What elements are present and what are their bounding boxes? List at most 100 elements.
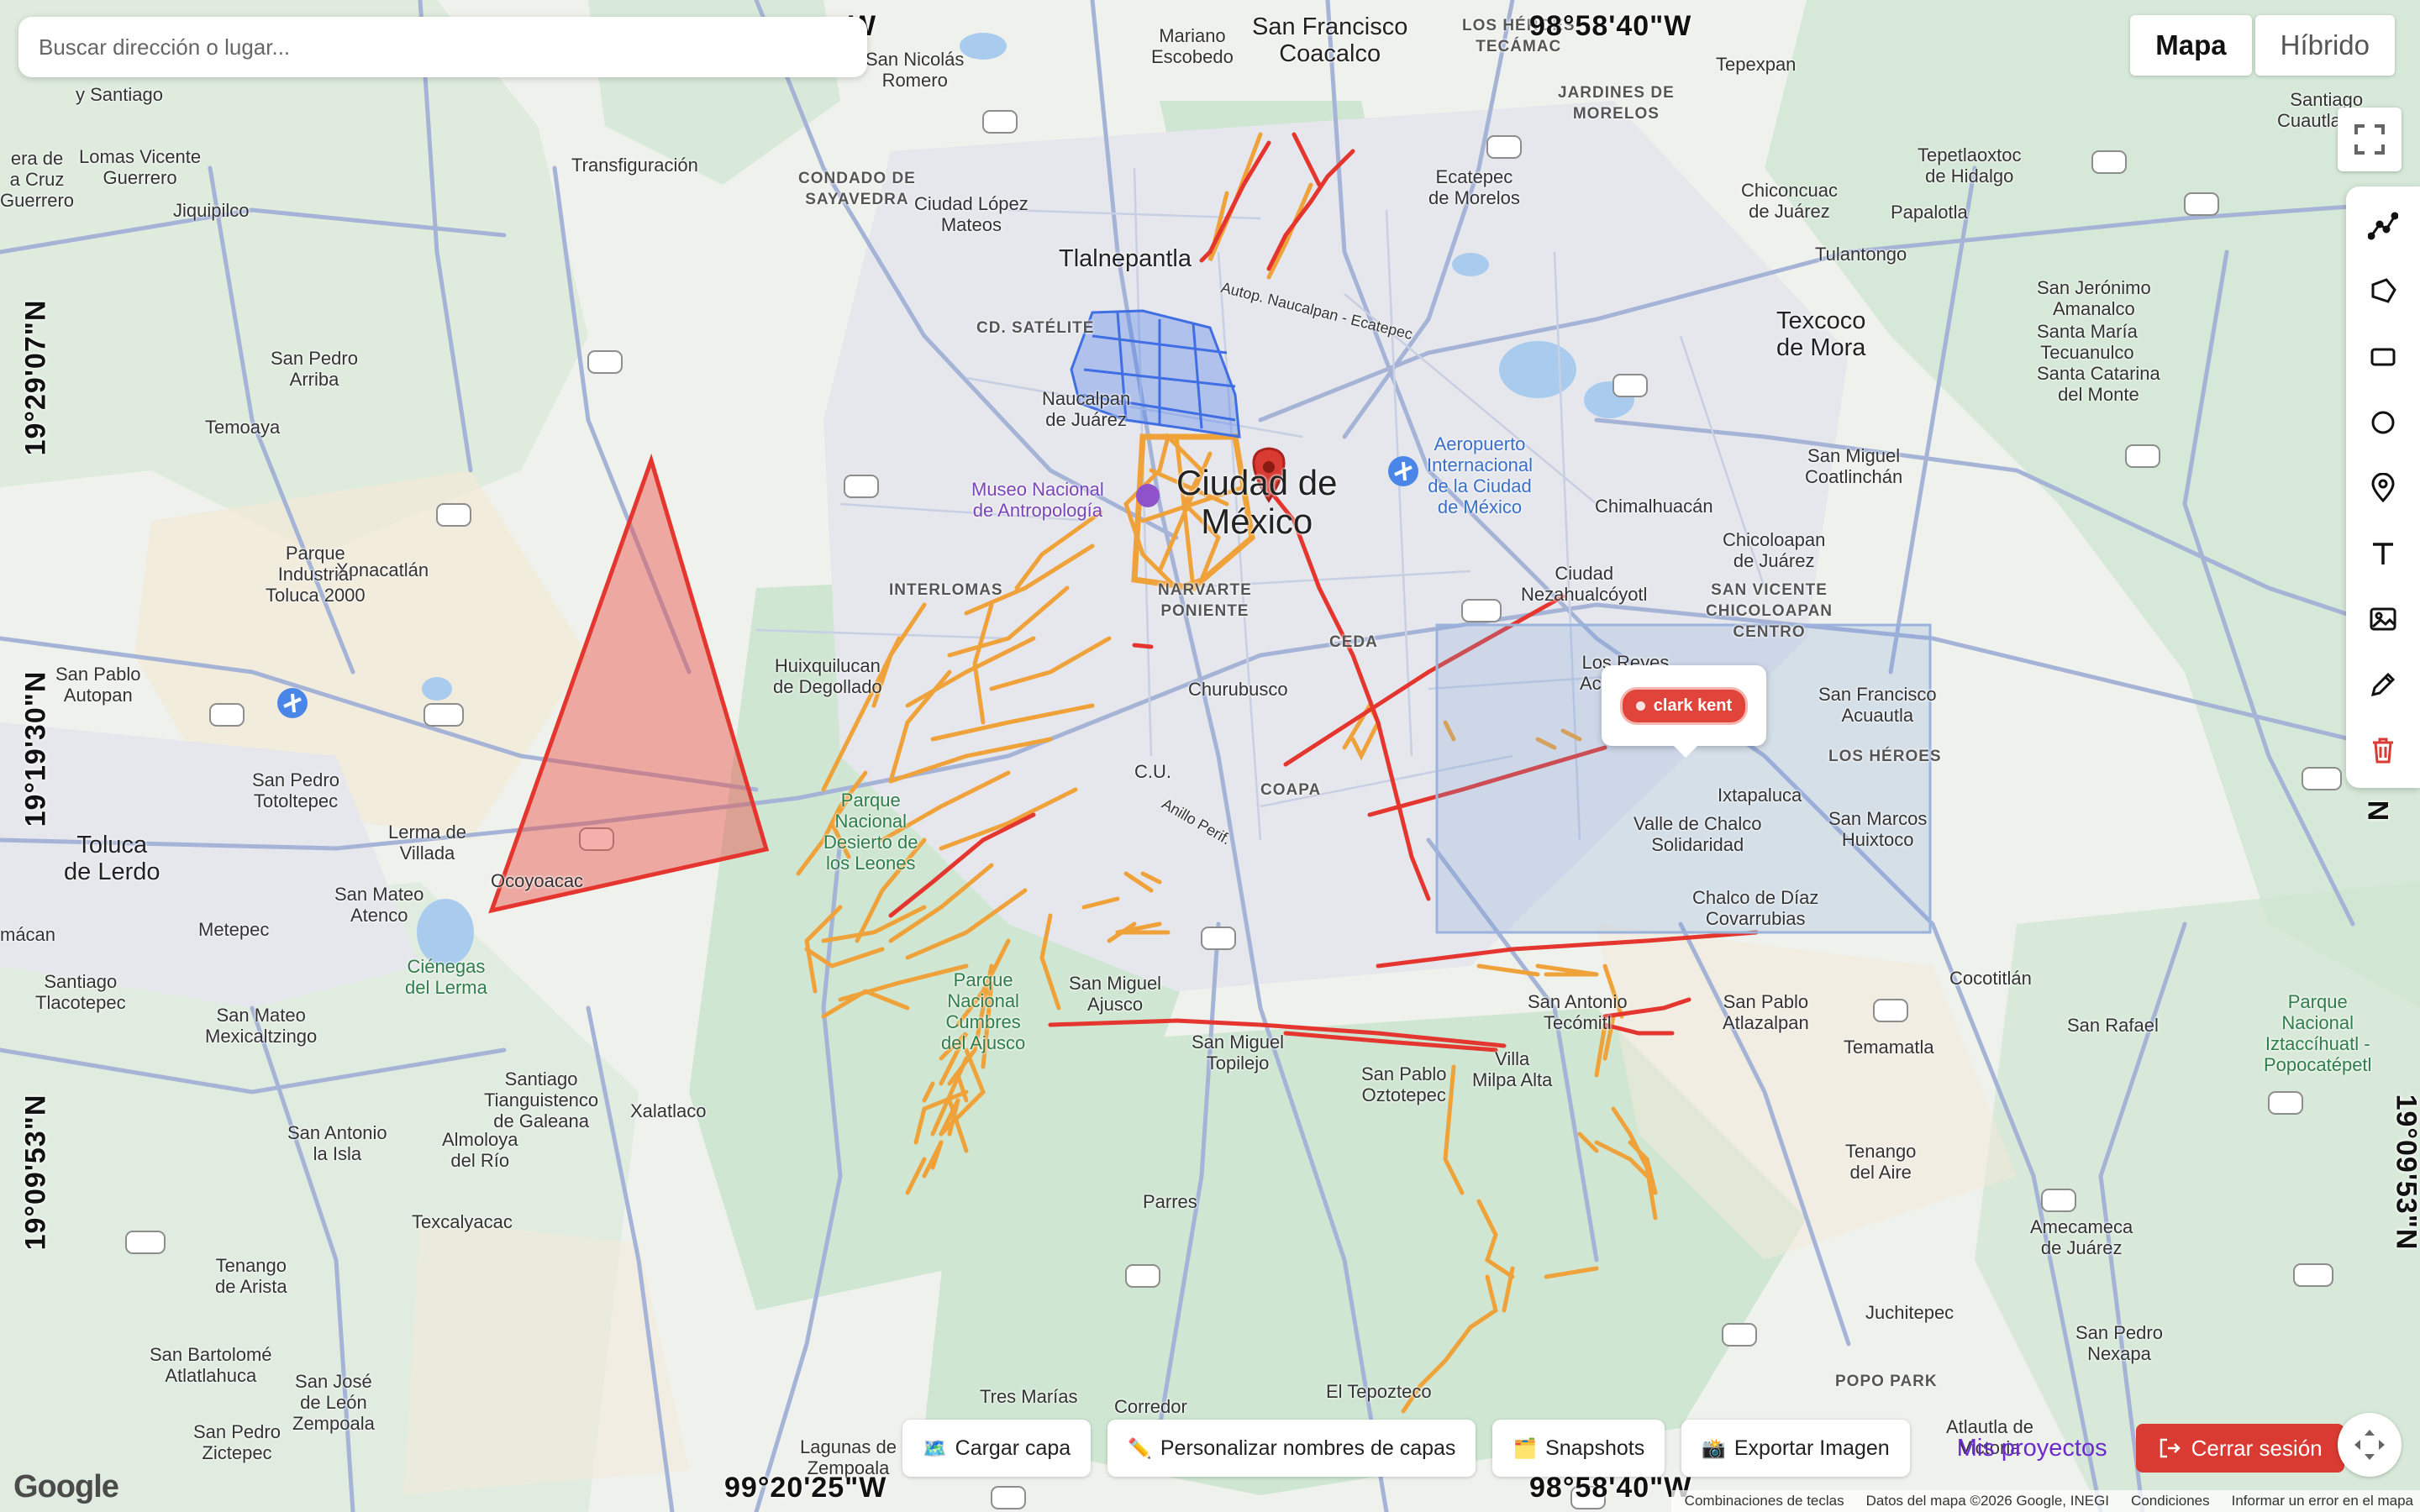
place-label: Texcalyacac <box>412 1211 513 1232</box>
place-label: COAPA <box>1260 781 1322 799</box>
place-label: Ixtapaluca <box>1718 785 1802 806</box>
coord-left-mid: 19°19'30"N <box>19 670 52 827</box>
place-label: Transfiguración <box>571 155 698 176</box>
export-image-label: Exportar Imagen <box>1733 1436 1890 1460</box>
place-label: San Mateo Atenco <box>334 884 424 926</box>
place-label: NARVARTE PONIENTE <box>1158 581 1252 620</box>
pencil-icon <box>2370 672 2396 696</box>
search-box[interactable] <box>18 17 867 77</box>
place-label: Tres Marías <box>980 1386 1078 1407</box>
logout-button[interactable]: Cerrar sesión <box>2135 1424 2344 1473</box>
place-label: Naucalpan de Juárez <box>1042 388 1131 430</box>
place-label: Museo Nacional de Antropología <box>971 479 1104 521</box>
place-label: CD. SATÉLITE <box>976 319 1095 337</box>
polyline-tool[interactable] <box>2358 198 2408 253</box>
rename-layers-button[interactable]: ✏️ Personalizar nombres de capas <box>1107 1420 1476 1477</box>
place-label: CONDADO DE SAYAVEDRA <box>798 170 916 208</box>
place-label: Lerma de Villada <box>388 822 466 864</box>
image-tool[interactable] <box>2358 591 2408 646</box>
marker-tool[interactable] <box>2358 460 2408 515</box>
place-label: San Jerónimo Amanalco <box>2037 277 2151 319</box>
place-label: San José de León Zempoala <box>292 1371 375 1434</box>
map-type-map-button[interactable]: Mapa <box>2130 15 2252 76</box>
google-logo[interactable]: Google <box>13 1469 119 1505</box>
place-label: Valle de Chalco Solidaridad <box>1634 813 1762 855</box>
place-label: San Antonio Tecómitl <box>1528 991 1628 1033</box>
place-label: Toluca de Lerdo <box>64 832 160 885</box>
folder-icon: 🗂️ <box>1512 1436 1538 1459</box>
place-label: Chimalhuacán <box>1595 496 1713 517</box>
rectangle-icon <box>2370 348 2396 365</box>
fullscreen-icon <box>2354 124 2385 155</box>
map-data-text: Datos del mapa ©2026 Google, INEGI <box>1865 1493 2110 1509</box>
polyline-icon <box>2368 212 2398 239</box>
export-image-button[interactable]: 📸 Exportar Imagen <box>1681 1420 1910 1477</box>
polygon-icon <box>2371 277 2396 303</box>
place-label: San Rafael <box>2067 1015 2159 1036</box>
drawing-toolbar <box>2346 186 2420 788</box>
text-tool[interactable] <box>2358 526 2408 580</box>
search-input[interactable] <box>37 33 849 61</box>
polygon-tool[interactable] <box>2358 264 2408 318</box>
report-error-link[interactable]: Informar un error en el mapa <box>2232 1493 2413 1509</box>
circle-tool[interactable] <box>2358 395 2408 449</box>
circle-icon <box>2371 411 2395 433</box>
place-label: Ciudad Nezahualcóyotl <box>1521 563 1648 605</box>
place-label: Tepetlaoxtoc de Hidalgo <box>1918 144 2022 186</box>
place-label: Tenango del Aire <box>1845 1141 1917 1183</box>
place-label: Ciudad López Mateos <box>914 193 1028 235</box>
place-label: Aeropuerto Internacional de la Ciudad de Mé… <box>1427 433 1533 517</box>
place-label: San Pedro Arriba <box>271 348 358 390</box>
camera-control-button[interactable] <box>2338 1413 2402 1477</box>
place-label: San Nicolás Romero <box>865 49 965 91</box>
place-label: C.U. <box>1134 761 1171 782</box>
move-arrows-icon <box>2354 1430 2385 1460</box>
place-label: Ciudad de México <box>1176 463 1338 541</box>
bottom-action-bar: 🗺️ Cargar capa ✏️ Personalizar nombres d… <box>902 1420 2344 1477</box>
place-label: Jiquipilco <box>173 200 250 221</box>
fullscreen-button[interactable] <box>2338 108 2402 171</box>
place-label: Cocotitlán <box>1949 968 2032 989</box>
place-label: San Bartolomé Atlatlahuca <box>150 1344 272 1386</box>
map-canvas[interactable] <box>0 0 2420 1512</box>
logout-icon <box>2160 1438 2181 1458</box>
place-label: San Miguel Ajusco <box>1069 973 1162 1015</box>
place-label: San Pedro Totoltepec <box>252 769 339 811</box>
trash-icon <box>2373 738 2393 763</box>
place-label: Chalco de Díaz Covarrubias <box>1692 887 1819 929</box>
place-label: Almoloya del Río <box>442 1129 518 1171</box>
place-label: Parque Nacional Cumbres del Ajusco <box>941 969 1026 1053</box>
place-label: Huixquilucan de Degollado <box>773 655 882 697</box>
place-label: y Santiago <box>76 84 163 105</box>
place-label: San Marcos Huixtoco <box>1828 808 1928 850</box>
place-label: Tepexpan <box>1716 54 1797 75</box>
place-label: Santa Catarina del Monte <box>2037 363 2160 405</box>
place-label: Parque Industrial Toluca 2000 <box>266 543 366 606</box>
load-layer-button[interactable]: 🗺️ Cargar capa <box>902 1420 1092 1477</box>
marker-label-chip[interactable]: clark kent <box>1619 686 1749 725</box>
place-label: LOS HÉROES <box>1828 748 1942 765</box>
image-icon <box>2370 607 2396 630</box>
place-label: Ecatepec de Morelos <box>1428 166 1520 208</box>
coord-right-top: N <box>2361 800 2394 822</box>
map-type-hybrid-button[interactable]: Híbrido <box>2254 15 2395 76</box>
my-projects-link[interactable]: Mis proyectos <box>1957 1435 2107 1462</box>
place-label: Chicoloapan de Juárez <box>1723 529 1826 571</box>
marker-label-popup[interactable]: clark kent <box>1602 665 1766 758</box>
delete-tool[interactable] <box>2358 722 2408 777</box>
place-label: San Pedro Nexapa <box>2075 1322 2163 1364</box>
text-icon <box>2373 542 2393 564</box>
rectangle-tool[interactable] <box>2358 329 2408 384</box>
place-label: Temamatla <box>1844 1037 1934 1058</box>
coord-right-bottom: 19°09'53"N <box>2390 1094 2420 1251</box>
edit-tool[interactable] <box>2358 657 2408 711</box>
place-label: San Francisco Acuautla <box>1818 684 1937 726</box>
coord-bottom-left: 99°20'25"W <box>724 1472 887 1504</box>
place-label: San Miguel Topilejo <box>1192 1032 1285 1074</box>
snapshots-button[interactable]: 🗂️ Snapshots <box>1492 1420 1665 1477</box>
terms-link[interactable]: Condiciones <box>2131 1493 2210 1509</box>
snapshots-label: Snapshots <box>1545 1436 1645 1460</box>
place-label: JARDINES DE MORELOS <box>1558 84 1675 123</box>
coord-left-bottom: 19°09'53"N <box>19 1094 52 1251</box>
keyboard-shortcuts-link[interactable]: Combinaciones de teclas <box>1685 1493 1844 1509</box>
